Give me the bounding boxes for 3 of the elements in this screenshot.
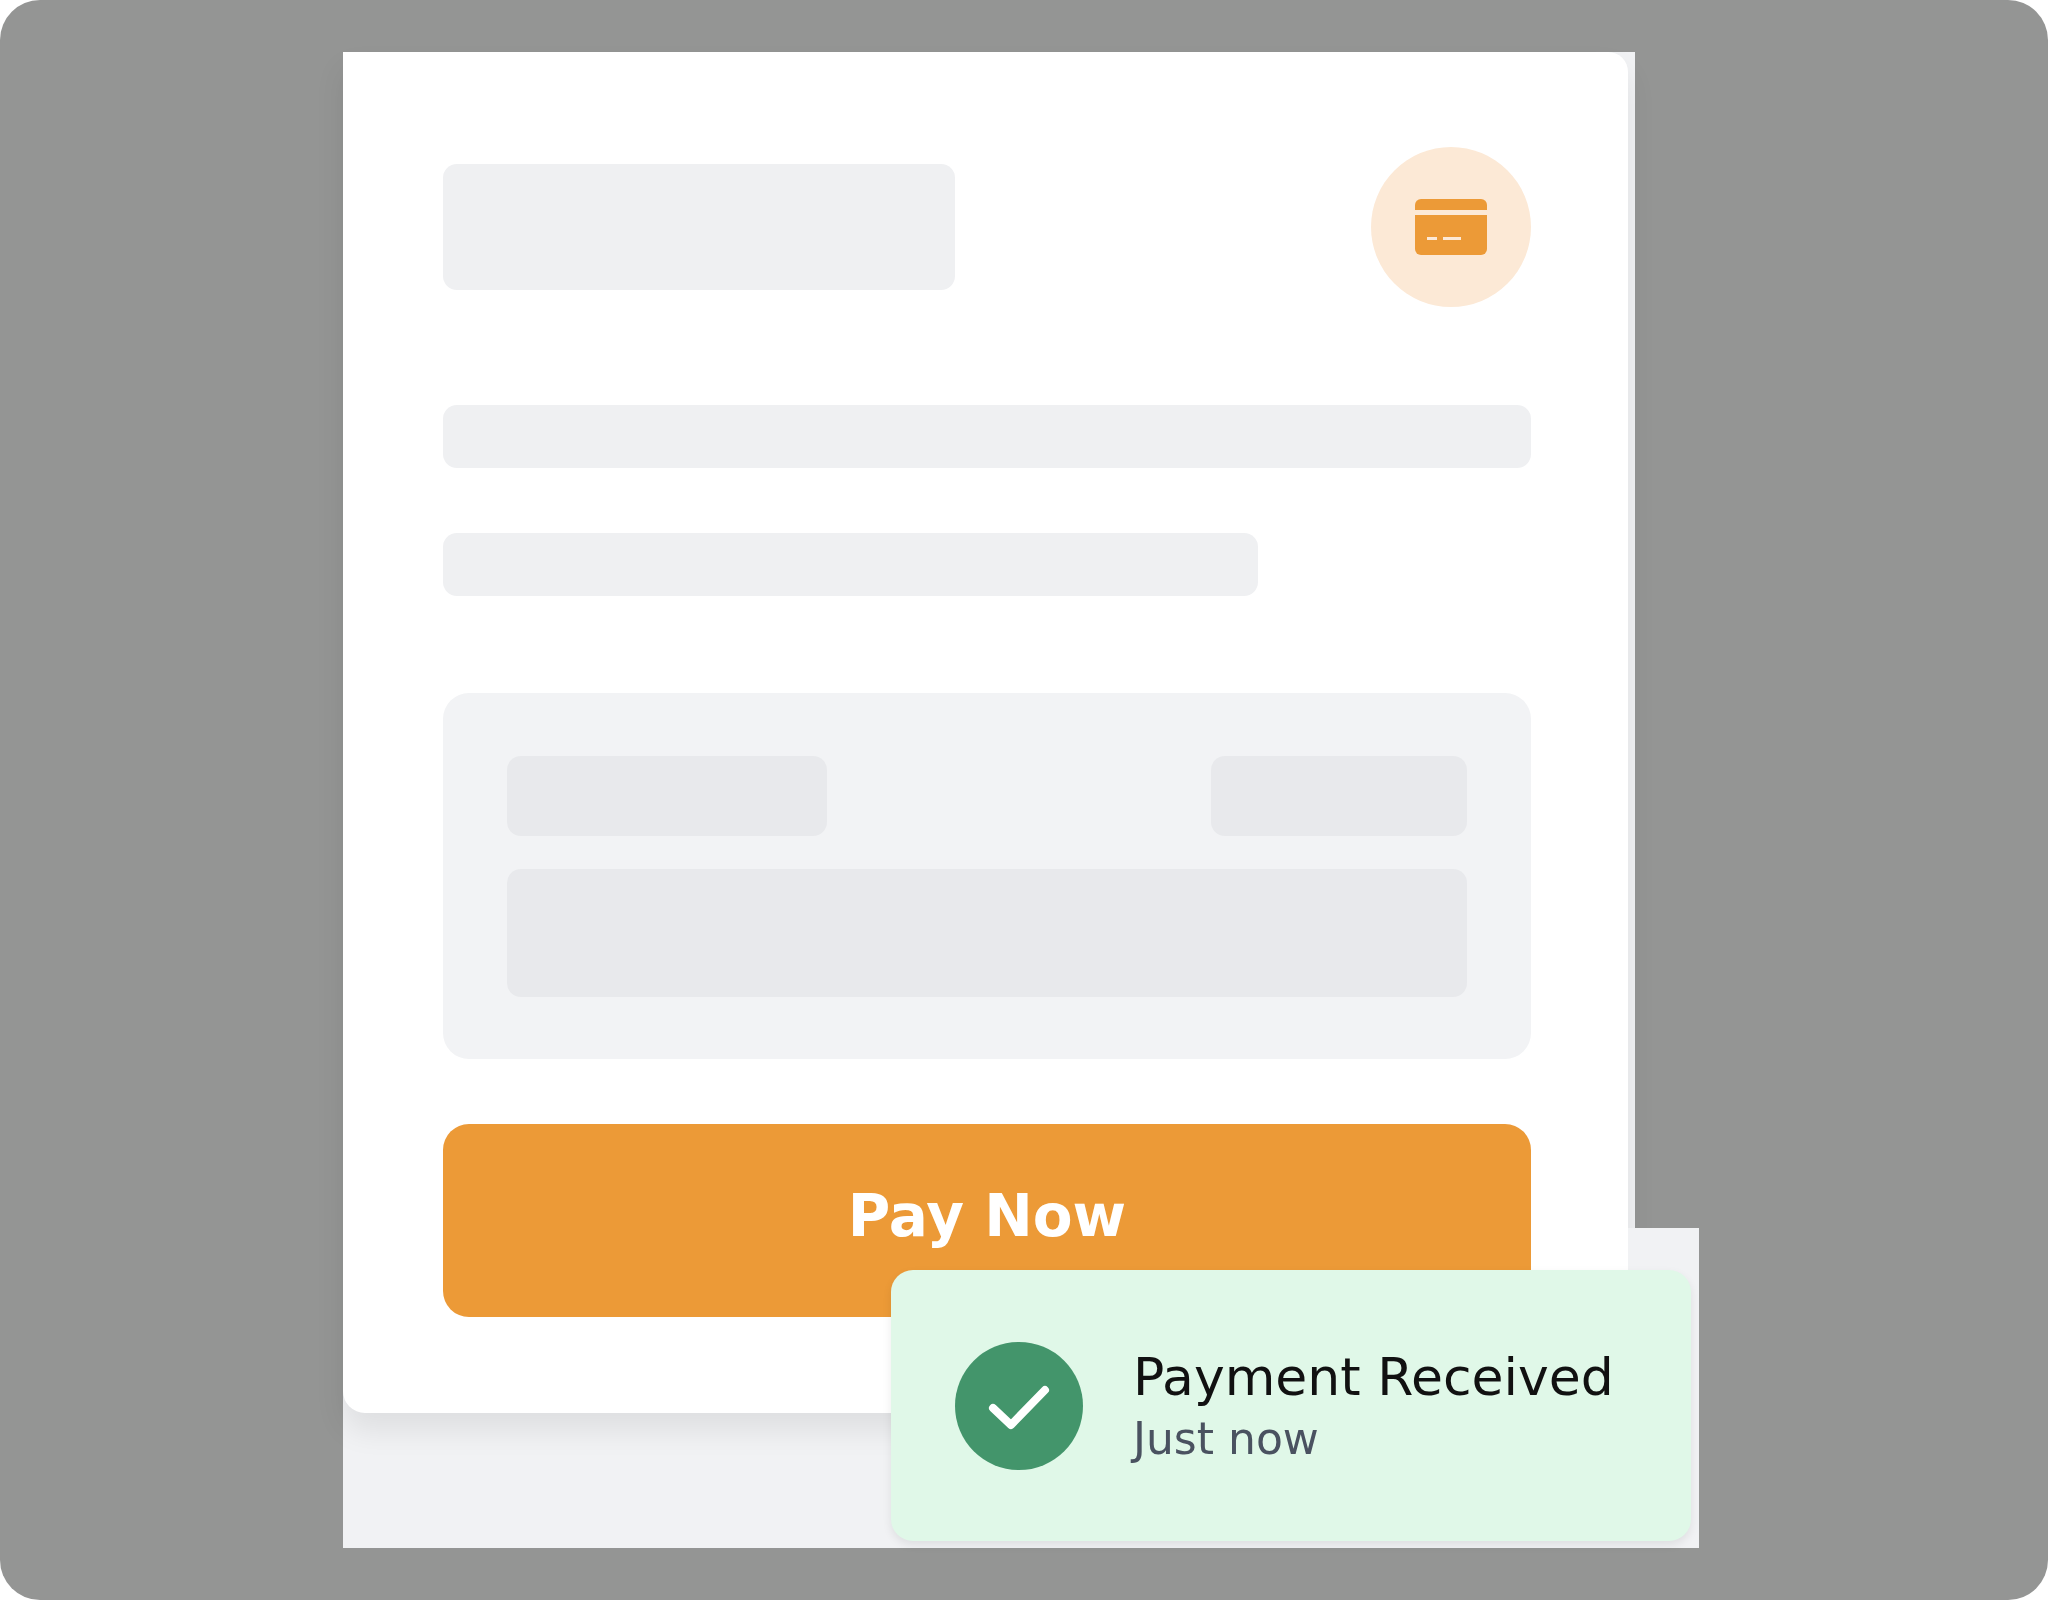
toast-title: Payment Received (1133, 1347, 1614, 1407)
check-circle-icon (955, 1341, 1083, 1470)
credit-card-icon (1415, 199, 1487, 255)
